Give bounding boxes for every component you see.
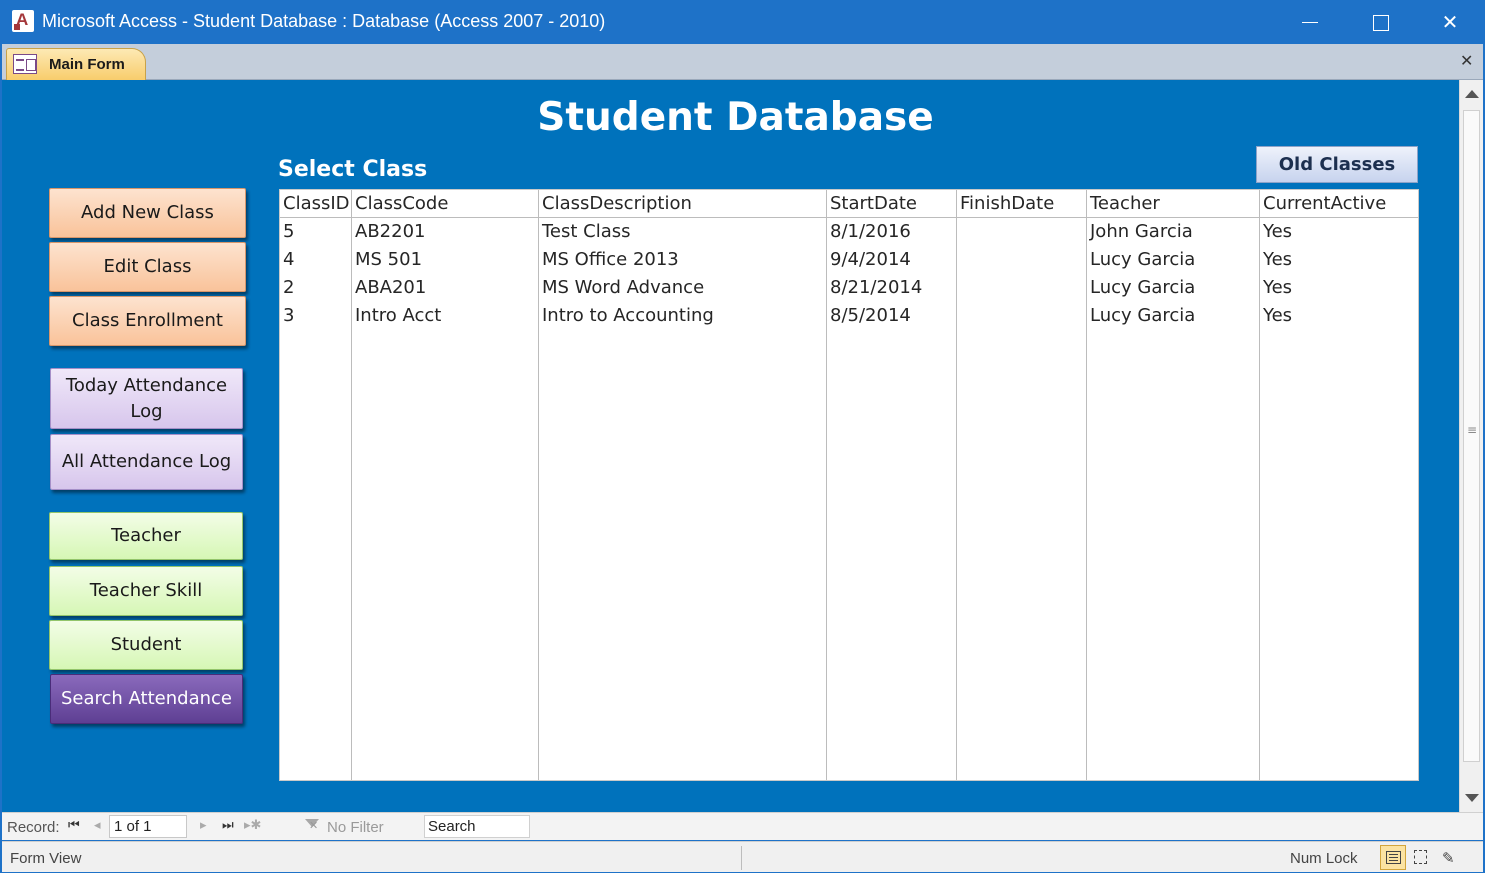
column-divider — [351, 190, 352, 780]
form-icon — [13, 54, 37, 74]
scroll-down-arrow-icon[interactable] — [1465, 794, 1479, 802]
edit-class-button[interactable]: Edit Class — [49, 242, 246, 292]
cell-currentactive[interactable]: Yes — [1263, 221, 1292, 242]
no-filter-button[interactable]: No Filter — [327, 819, 384, 836]
minimize-button[interactable] — [1275, 0, 1345, 44]
tab-label: Main Form — [49, 56, 125, 73]
cell-startdate[interactable]: 8/5/2014 — [830, 305, 911, 326]
column-divider — [1259, 190, 1260, 780]
cell-teacher[interactable]: Lucy Garcia — [1090, 305, 1195, 326]
cell-currentactive[interactable]: Yes — [1263, 305, 1292, 326]
column-header-classcode[interactable]: ClassCode — [355, 193, 448, 214]
column-header-classdescription[interactable]: ClassDescription — [542, 193, 692, 214]
maximize-button[interactable] — [1345, 0, 1415, 44]
column-header-classid[interactable]: ClassID — [283, 193, 350, 214]
cell-currentactive[interactable]: Yes — [1263, 249, 1292, 270]
form-view-button[interactable] — [1380, 845, 1406, 870]
cell-classcode[interactable]: MS 501 — [355, 249, 422, 270]
column-header-currentactive[interactable]: CurrentActive — [1263, 193, 1386, 214]
close-tab-button[interactable]: ✕ — [1460, 51, 1473, 70]
teacher-button[interactable]: Teacher — [49, 512, 243, 560]
all-attendance-log-button[interactable]: All Attendance Log — [50, 434, 243, 490]
column-header-startdate[interactable]: StartDate — [830, 193, 917, 214]
window-title: Microsoft Access - Student Database : Da… — [42, 11, 606, 31]
cell-currentactive[interactable]: Yes — [1263, 277, 1292, 298]
filter-icon — [303, 819, 321, 834]
cell-classcode[interactable]: ABA201 — [355, 277, 426, 298]
close-window-button[interactable]: ✕ — [1415, 0, 1485, 44]
cell-classid[interactable]: 3 — [283, 305, 294, 326]
new-record-icon[interactable]: ▸✱ — [244, 818, 261, 833]
cell-teacher[interactable]: Lucy Garcia — [1090, 249, 1195, 270]
teacher-skill-button[interactable]: Teacher Skill — [49, 566, 243, 616]
cell-classdescription[interactable]: MS Word Advance — [542, 277, 704, 298]
cell-classid[interactable]: 2 — [283, 277, 294, 298]
cell-teacher[interactable]: John Garcia — [1090, 221, 1193, 242]
scroll-thumb[interactable] — [1463, 110, 1480, 762]
page-title: Student Database — [537, 95, 934, 140]
document-tab-bar: Main Form ✕ — [2, 44, 1483, 80]
record-label: Record: — [7, 819, 60, 836]
student-button[interactable]: Student — [49, 620, 243, 670]
next-record-icon[interactable]: ▸ — [200, 818, 207, 833]
cell-startdate[interactable]: 9/4/2014 — [830, 249, 911, 270]
status-bar: Form View Num Lock ✎ — [2, 841, 1483, 872]
cell-teacher[interactable]: Lucy Garcia — [1090, 277, 1195, 298]
cell-classcode[interactable]: AB2201 — [355, 221, 425, 242]
status-divider — [741, 846, 742, 870]
cell-startdate[interactable]: 8/1/2016 — [830, 221, 911, 242]
search-attendance-button[interactable]: Search Attendance — [50, 674, 243, 724]
previous-record-icon[interactable]: ◂ — [94, 818, 101, 833]
column-divider — [956, 190, 957, 780]
search-input[interactable]: Search — [424, 815, 530, 838]
add-new-class-button[interactable]: Add New Class — [49, 188, 246, 238]
current-record-field[interactable]: 1 of 1 — [109, 815, 187, 838]
title-bar: Microsoft Access - Student Database : Da… — [0, 0, 1485, 44]
datasheet-header: ClassID ClassCode ClassDescription Start… — [280, 190, 1418, 218]
layout-view-icon — [1414, 850, 1427, 864]
tab-main-form[interactable]: Main Form — [6, 48, 146, 80]
design-view-button[interactable]: ✎ — [1436, 845, 1462, 870]
column-divider — [826, 190, 827, 780]
class-datasheet[interactable]: ClassID ClassCode ClassDescription Start… — [279, 189, 1419, 781]
cell-classid[interactable]: 5 — [283, 221, 294, 242]
first-record-icon[interactable]: ⏮ — [68, 818, 80, 833]
access-app-icon[interactable] — [12, 10, 34, 32]
cell-classcode[interactable]: Intro Acct — [355, 305, 441, 326]
column-divider — [1086, 190, 1087, 780]
num-lock-indicator: Num Lock — [1290, 850, 1358, 867]
cell-classdescription[interactable]: Intro to Accounting — [542, 305, 714, 326]
cell-classid[interactable]: 4 — [283, 249, 294, 270]
record-navigation-bar: Record: ⏮ ◂ 1 of 1 ▸ ⏭ ▸✱ No Filter Sear… — [2, 812, 1483, 840]
select-class-label: Select Class — [278, 157, 428, 182]
column-divider — [538, 190, 539, 780]
today-attendance-log-button[interactable]: Today Attendance Log — [50, 368, 243, 429]
layout-view-button[interactable] — [1408, 845, 1434, 870]
old-classes-button[interactable]: Old Classes — [1256, 146, 1418, 183]
vertical-scrollbar[interactable] — [1459, 80, 1483, 812]
cell-startdate[interactable]: 8/21/2014 — [830, 277, 922, 298]
column-header-teacher[interactable]: Teacher — [1090, 193, 1160, 214]
design-view-icon: ✎ — [1442, 849, 1455, 867]
last-record-icon[interactable]: ⏭ — [222, 818, 234, 833]
cell-classdescription[interactable]: Test Class — [542, 221, 631, 242]
form-view-icon — [1386, 851, 1401, 864]
cell-classdescription[interactable]: MS Office 2013 — [542, 249, 679, 270]
column-header-finishdate[interactable]: FinishDate — [960, 193, 1054, 214]
scroll-up-arrow-icon[interactable] — [1465, 90, 1479, 98]
main-form: Student Database Select Class Old Classe… — [2, 80, 1459, 812]
class-enrollment-button[interactable]: Class Enrollment — [49, 296, 246, 346]
view-name: Form View — [10, 850, 82, 867]
